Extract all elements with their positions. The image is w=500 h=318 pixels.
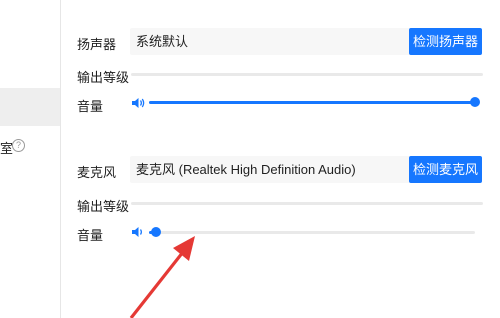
microphone-output-level-meter <box>131 202 483 205</box>
help-icon[interactable]: ? <box>12 139 25 152</box>
speaker-select-value: 系统默认 <box>136 34 189 49</box>
test-microphone-button[interactable]: 检测麦克风 <box>409 156 482 183</box>
speaker-output-level-meter <box>131 73 483 76</box>
speaker-volume-icon[interactable] <box>131 97 145 109</box>
annotation-arrow-icon <box>129 236 195 318</box>
microphone-select[interactable]: 麦克风 (Realtek High Definition Audio) <box>130 156 457 183</box>
speaker-volume-fill <box>149 101 475 104</box>
microphone-output-level-label: 输出等级 <box>77 199 130 214</box>
speaker-volume-knob[interactable] <box>470 97 480 107</box>
settings-sidebar: 室 ? <box>0 0 61 318</box>
microphone-label: 麦克风 <box>77 165 117 180</box>
test-speaker-button[interactable]: 检测扬声器 <box>409 28 482 55</box>
sidebar-item-selected[interactable] <box>0 88 60 126</box>
sidebar-item-label: 室 <box>0 141 14 156</box>
speaker-volume-label: 音量 <box>77 99 104 114</box>
speaker-volume-slider[interactable] <box>149 97 480 107</box>
audio-settings-panel: 扬声器 系统默认 检测扬声器 输出等级 音量 麦克风 麦克风 (Realtek … <box>61 0 500 318</box>
microphone-volume-label: 音量 <box>77 228 104 243</box>
speaker-output-level-label: 输出等级 <box>77 70 130 85</box>
speaker-label: 扬声器 <box>77 37 117 52</box>
speaker-select[interactable]: 系统默认 <box>130 28 457 55</box>
microphone-select-value: 麦克风 (Realtek High Definition Audio) <box>136 162 356 177</box>
